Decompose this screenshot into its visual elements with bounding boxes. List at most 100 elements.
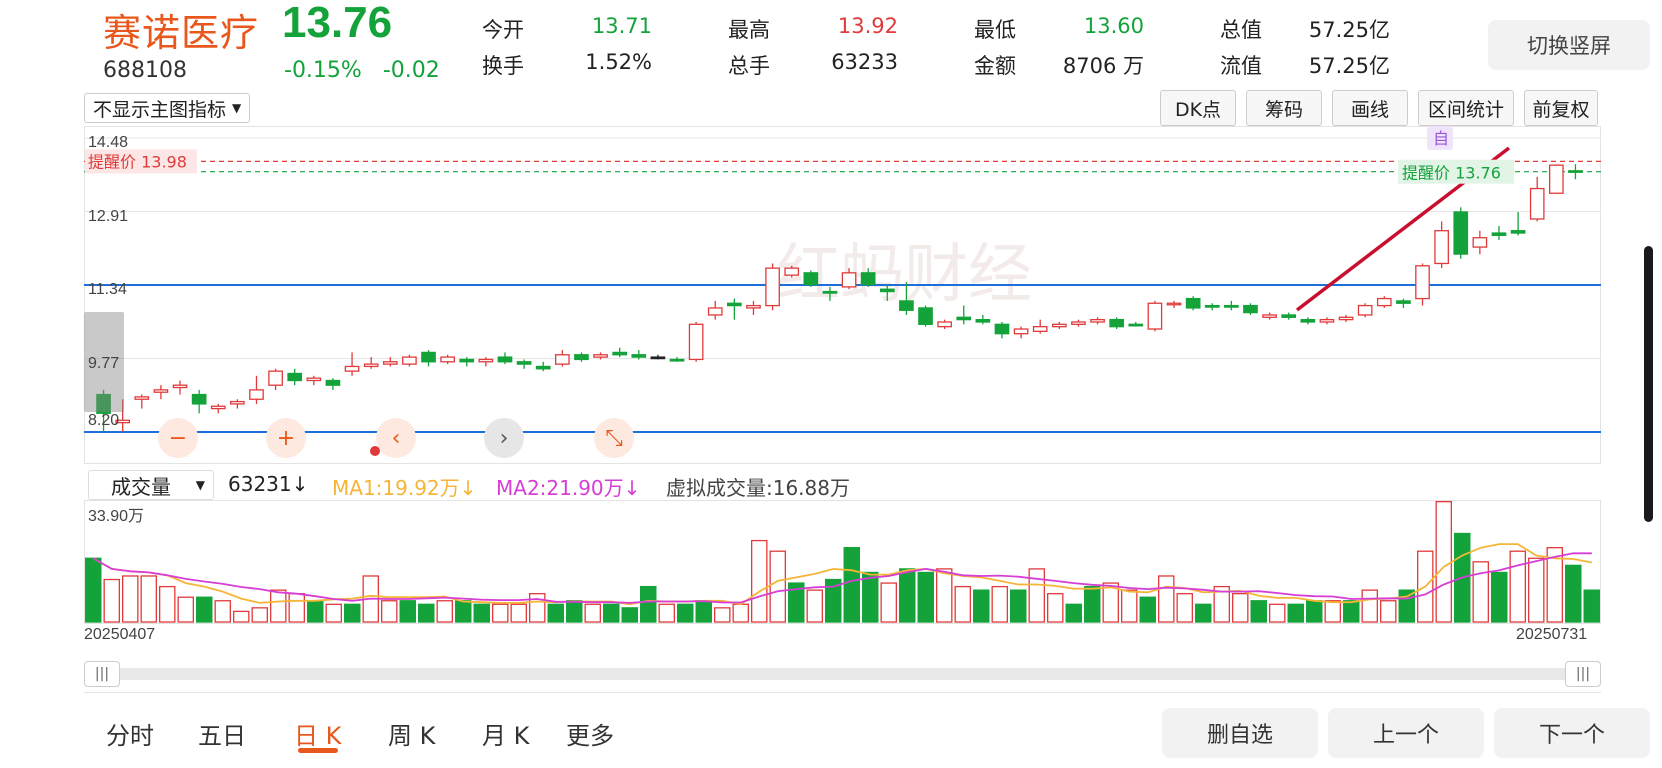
candle-body xyxy=(1185,297,1201,309)
candle-body xyxy=(402,356,417,365)
volume-indicator-select[interactable]: 成交量 ▼ xyxy=(88,470,214,500)
active-tab-indicator xyxy=(298,748,338,753)
toolbar-button[interactable]: 区间统计 xyxy=(1418,90,1514,126)
volume-bar xyxy=(566,600,583,623)
volume-bar xyxy=(991,585,1008,623)
volume-bar xyxy=(1269,603,1286,623)
candle-body xyxy=(841,272,857,288)
volume-bar xyxy=(1361,589,1378,623)
toolbar-button[interactable]: 前复权 xyxy=(1524,90,1598,126)
volume-ma2: MA2:21.90万↓ xyxy=(496,472,640,501)
candle-body xyxy=(421,351,436,363)
volume-bar xyxy=(510,603,527,623)
virtual-volume: 虚拟成交量:16.88万 xyxy=(666,476,850,500)
volume-bar xyxy=(436,600,453,623)
self-tag: 自 xyxy=(1433,129,1449,148)
down-arrow-icon: ↓ xyxy=(623,476,641,500)
candle-body xyxy=(344,365,360,372)
period-tab[interactable]: 日 K xyxy=(294,716,341,751)
previous-stock-button[interactable]: 上一个 xyxy=(1328,708,1484,758)
caret-down-icon: ▼ xyxy=(195,478,205,492)
volume-bar xyxy=(1010,589,1027,623)
zoom-out-button[interactable]: − xyxy=(158,418,198,458)
collapse-button[interactable]: ⤡ xyxy=(594,418,634,458)
period-tab[interactable]: 更多 xyxy=(566,716,614,751)
candle-body xyxy=(325,379,341,386)
volume-ma1: MA1:19.92万↓ xyxy=(332,472,476,501)
candle-body xyxy=(1166,302,1182,306)
volume-bar xyxy=(603,603,620,623)
candle-body xyxy=(1319,318,1335,323)
volume-bar xyxy=(806,589,823,623)
volume-bar xyxy=(1380,600,1397,623)
volume-bar xyxy=(1232,593,1249,623)
remove-watchlist-button[interactable]: 删自选 xyxy=(1162,708,1318,758)
divider xyxy=(84,692,1601,693)
quote-label: 最低 xyxy=(974,18,1016,42)
volume-bar xyxy=(1176,593,1193,623)
candle-body xyxy=(535,365,551,370)
candle-body xyxy=(937,321,952,328)
candle-body xyxy=(803,272,819,286)
volume-bar xyxy=(1491,571,1508,623)
quote-label: 换手 xyxy=(482,54,524,78)
candle-body xyxy=(1224,304,1239,308)
price-tick: 12.91 xyxy=(88,207,129,225)
range-handle-right[interactable]: ||| xyxy=(1565,661,1601,687)
stock-price: 13.76 xyxy=(282,0,393,47)
volume-bar xyxy=(1528,557,1545,623)
toolbar-button[interactable]: 筹码 xyxy=(1246,90,1322,126)
candle-body xyxy=(1529,187,1545,220)
quote-value: 1.52% xyxy=(585,50,652,74)
toolbar-button[interactable]: DK点 xyxy=(1160,90,1236,126)
candle-body xyxy=(1090,318,1105,323)
period-tab[interactable]: 分时 xyxy=(106,716,154,751)
candle-body xyxy=(382,361,398,365)
change-amount: -0.02 xyxy=(382,58,440,83)
down-arrow-icon: ↓ xyxy=(459,476,477,500)
candle-body xyxy=(612,351,628,356)
candle-body xyxy=(784,267,800,276)
candle-body xyxy=(1204,304,1220,308)
quote-label: 流值 xyxy=(1220,54,1262,78)
scroll-left-button[interactable]: ‹ xyxy=(376,418,416,458)
quote-value: 57.25亿 xyxy=(1308,18,1390,42)
candle-body xyxy=(1300,318,1316,323)
next-stock-button[interactable]: 下一个 xyxy=(1494,708,1650,758)
zoom-in-button[interactable]: + xyxy=(266,418,306,458)
candle-body xyxy=(956,316,972,321)
volume-select-label: 成交量 xyxy=(111,474,171,499)
range-handle-left[interactable]: ||| xyxy=(84,661,120,687)
toolbar-button[interactable]: 画线 xyxy=(1332,90,1408,126)
volume-bar xyxy=(1343,600,1360,623)
volume-bar xyxy=(1509,550,1526,623)
volume-bar xyxy=(658,603,675,623)
page-scrollbar[interactable] xyxy=(1644,246,1653,522)
scroll-right-button[interactable]: › xyxy=(484,418,524,458)
candle-body xyxy=(1568,170,1583,173)
indicator-select-label: 不显示主图指标 xyxy=(93,98,227,121)
volume-bar xyxy=(1158,575,1175,623)
indicator-select[interactable]: 不显示主图指标 ▼ xyxy=(84,93,251,123)
candle-body xyxy=(516,361,532,365)
range-scrollbar[interactable] xyxy=(84,668,1601,680)
volume-ma2-value: MA2:21.90万 xyxy=(496,476,624,500)
volume-bar xyxy=(751,539,768,623)
candle-body xyxy=(1013,328,1029,335)
period-tab[interactable]: 五日 xyxy=(198,716,246,751)
volume-bar xyxy=(251,607,268,623)
candle-body xyxy=(191,393,207,405)
candle-body xyxy=(249,389,264,400)
candle-body xyxy=(153,389,169,393)
candle-body xyxy=(688,323,704,361)
period-tab[interactable]: 周 K xyxy=(388,716,435,751)
candle-body xyxy=(497,356,513,363)
switch-portrait-button[interactable]: 切换竖屏 xyxy=(1488,20,1650,70)
candle-body xyxy=(975,318,991,323)
kline-chart[interactable]: 红蚂财经提醒价 13.98提醒价 13.76自 xyxy=(84,126,1601,464)
volume-chart[interactable] xyxy=(84,500,1601,624)
volume-bar xyxy=(344,603,361,623)
volume-bar xyxy=(214,600,231,623)
candle-body xyxy=(1396,300,1411,304)
period-tab[interactable]: 月 K xyxy=(482,716,529,751)
